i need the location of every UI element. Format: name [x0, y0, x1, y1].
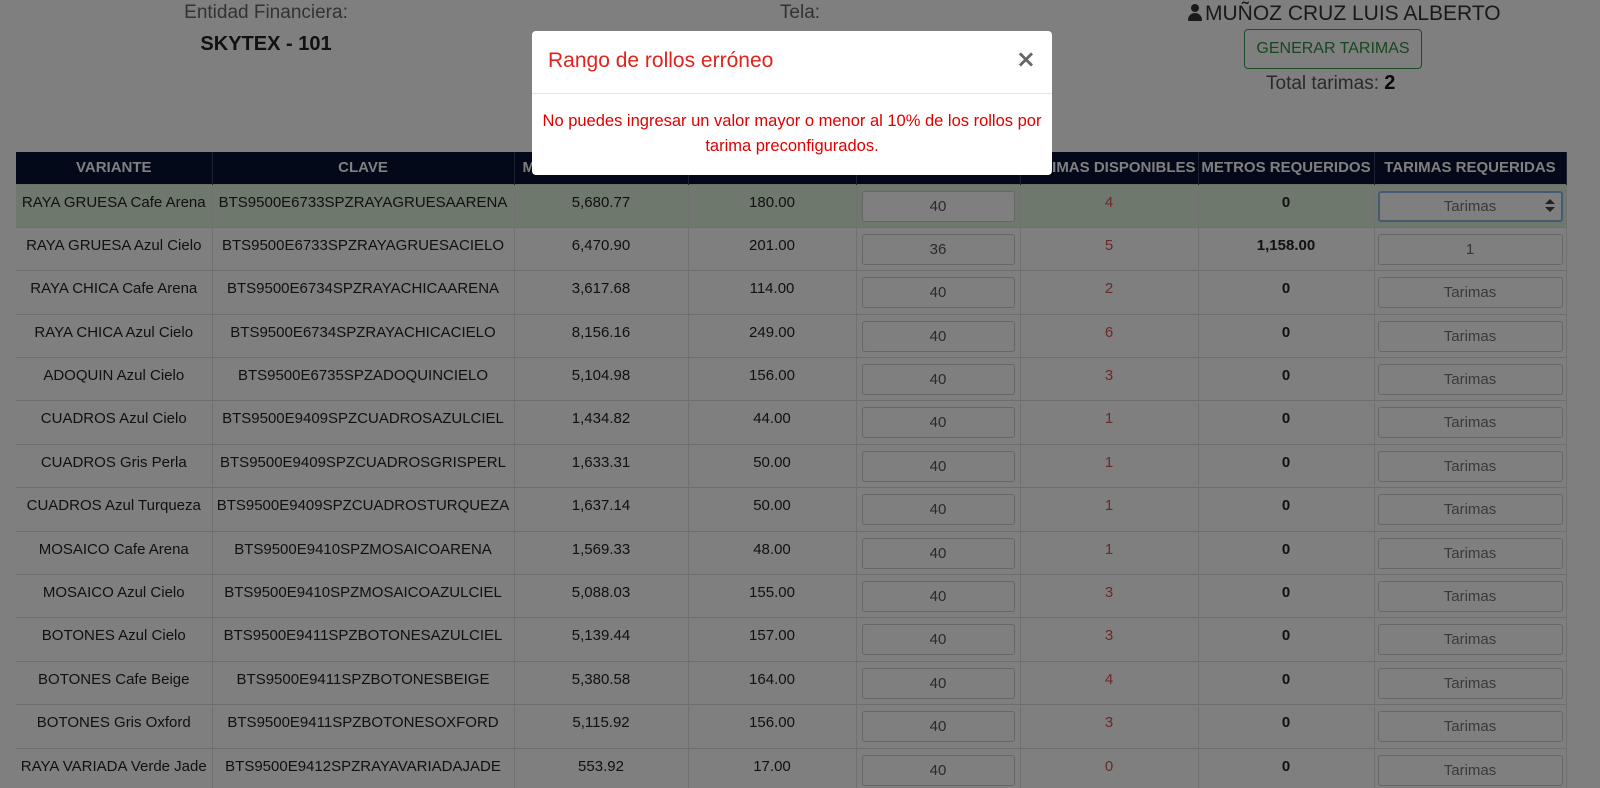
error-modal: Rango de rollos erróneo × No puedes ingr…: [532, 31, 1052, 175]
close-icon[interactable]: ×: [1016, 47, 1036, 71]
modal-message: No puedes ingresar un valor mayor o meno…: [542, 112, 1042, 155]
modal-divider: [532, 93, 1052, 94]
modal-title: Rango de rollos erróneo: [548, 49, 774, 72]
